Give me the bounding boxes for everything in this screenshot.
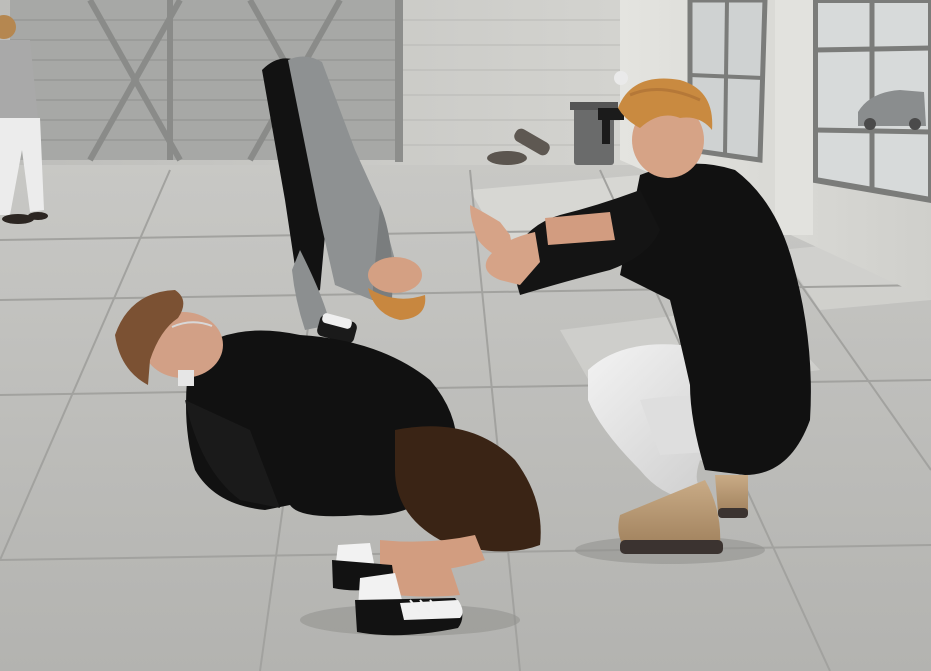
game-viewport[interactable] [0, 0, 931, 671]
wall-pillar [775, 0, 813, 235]
window-right [812, 0, 931, 204]
